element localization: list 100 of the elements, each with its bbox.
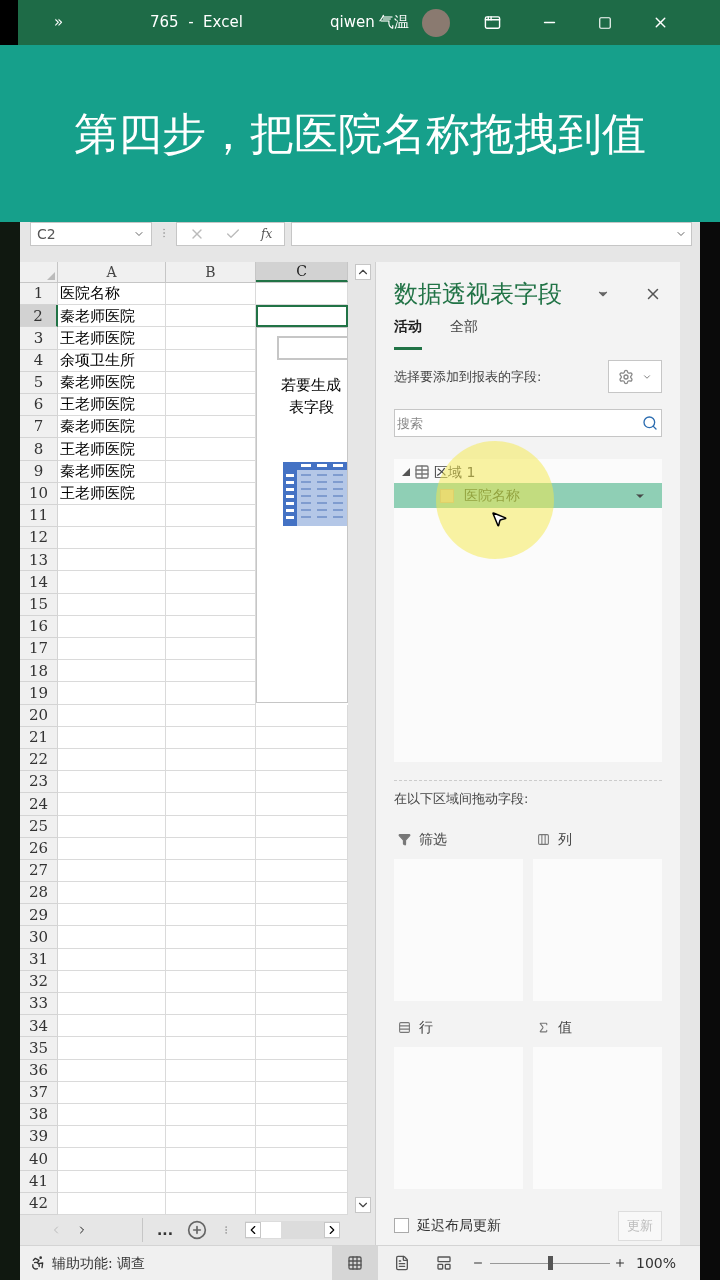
pane-tab[interactable]: 活动: [394, 316, 422, 350]
row-header[interactable]: 32: [20, 970, 58, 993]
table-cell[interactable]: [166, 1192, 256, 1215]
row-header[interactable]: 21: [20, 726, 58, 749]
row-header[interactable]: 31: [20, 948, 58, 971]
field-checkbox[interactable]: [440, 488, 454, 503]
row-header[interactable]: 4: [20, 349, 58, 372]
table-cell[interactable]: 医院名称: [58, 283, 166, 306]
page-break-icon[interactable]: [436, 1255, 452, 1271]
table-cell[interactable]: [58, 660, 166, 683]
table-cell[interactable]: [58, 527, 166, 550]
table-cell[interactable]: [166, 748, 256, 772]
row-header[interactable]: 42: [20, 1192, 58, 1215]
table-cell[interactable]: [166, 1148, 256, 1171]
zoom-level[interactable]: 100%: [636, 1252, 677, 1274]
row-header[interactable]: 33: [20, 993, 58, 1016]
table-cell[interactable]: [166, 704, 256, 727]
row-header[interactable]: 24: [20, 793, 58, 816]
horizontal-scrollbar[interactable]: [244, 1221, 340, 1239]
row-header[interactable]: 19: [20, 682, 58, 705]
table-cell[interactable]: [58, 815, 166, 838]
table-cell[interactable]: [58, 926, 166, 949]
table-cell[interactable]: 余项卫生所: [58, 349, 166, 372]
row-header[interactable]: 17: [20, 638, 58, 661]
table-cell[interactable]: 秦老师医院: [58, 305, 166, 328]
table-cell[interactable]: [166, 859, 256, 883]
row-header[interactable]: 6: [20, 393, 58, 417]
active-cell[interactable]: [256, 305, 348, 328]
table-cell[interactable]: [58, 1081, 166, 1104]
table-cell[interactable]: [166, 1037, 256, 1060]
ribbon-display-icon[interactable]: [484, 14, 501, 31]
table-cell[interactable]: 秦老师医院: [58, 371, 166, 394]
table-cell[interactable]: [166, 283, 256, 306]
row-header[interactable]: 35: [20, 1037, 58, 1060]
table-cell[interactable]: [166, 1126, 256, 1149]
table-cell[interactable]: [166, 993, 256, 1016]
table-cell[interactable]: [58, 993, 166, 1016]
table-cell[interactable]: [58, 682, 166, 705]
row-header[interactable]: 10: [20, 482, 58, 505]
table-cell[interactable]: [166, 1103, 256, 1127]
row-header[interactable]: 1: [20, 283, 58, 306]
scroll-left-icon[interactable]: [244, 1222, 261, 1238]
row-header[interactable]: 26: [20, 837, 58, 860]
normal-view-button[interactable]: [332, 1245, 378, 1280]
row-header[interactable]: 37: [20, 1081, 58, 1104]
row-header[interactable]: 22: [20, 748, 58, 772]
add-sheet-icon[interactable]: [186, 1220, 207, 1240]
table-cell[interactable]: [58, 1059, 166, 1082]
table-cell[interactable]: [166, 970, 256, 993]
defer-checkbox[interactable]: [394, 1218, 409, 1233]
table-cell[interactable]: [166, 726, 256, 749]
table-cell[interactable]: [166, 1015, 256, 1038]
table-cell[interactable]: 秦老师医院: [58, 460, 166, 483]
chevron-button[interactable]: »: [54, 11, 114, 34]
table-cell[interactable]: [166, 1081, 256, 1104]
scroll-right-icon[interactable]: [323, 1222, 340, 1238]
row-header[interactable]: 28: [20, 882, 58, 905]
table-cell[interactable]: [58, 638, 166, 661]
expand-toggle[interactable]: [402, 468, 410, 476]
row-header[interactable]: 25: [20, 815, 58, 838]
table-cell[interactable]: [58, 904, 166, 927]
table-cell[interactable]: [166, 948, 256, 971]
table-cell[interactable]: [58, 948, 166, 971]
row-header[interactable]: 36: [20, 1059, 58, 1082]
row-header[interactable]: 9: [20, 460, 58, 483]
table-cell[interactable]: [58, 593, 166, 616]
zoom-in-icon[interactable]: [614, 1257, 626, 1269]
row-header[interactable]: 7: [20, 416, 58, 439]
row-header[interactable]: 12: [20, 527, 58, 550]
row-header[interactable]: 8: [20, 438, 58, 461]
table-cell[interactable]: [166, 771, 256, 794]
column-header[interactable]: A: [58, 262, 166, 282]
settings-button[interactable]: [608, 360, 662, 393]
row-header[interactable]: 14: [20, 571, 58, 594]
table-cell[interactable]: [58, 1103, 166, 1127]
name-box[interactable]: C2: [30, 222, 152, 246]
row-header[interactable]: 29: [20, 904, 58, 927]
row-header[interactable]: 15: [20, 593, 58, 616]
table-cell[interactable]: [58, 793, 166, 816]
table-cell[interactable]: [58, 549, 166, 572]
row-header[interactable]: 13: [20, 549, 58, 572]
table-cell[interactable]: [58, 504, 166, 528]
row-header[interactable]: 5: [20, 371, 58, 394]
table-cell[interactable]: [58, 704, 166, 727]
table-cell[interactable]: [58, 615, 166, 638]
accessibility-icon[interactable]: [30, 1255, 46, 1271]
table-cell[interactable]: 王老师医院: [58, 438, 166, 461]
scroll-thumb[interactable]: [260, 1222, 281, 1238]
table-cell[interactable]: [166, 305, 256, 328]
column-header[interactable]: C: [256, 262, 348, 282]
table-cell[interactable]: [58, 1126, 166, 1149]
table-cell[interactable]: [166, 1059, 256, 1082]
table-cell[interactable]: [58, 571, 166, 594]
table-cell[interactable]: 王老师医院: [58, 327, 166, 350]
table-cell[interactable]: [166, 815, 256, 838]
table-cell[interactable]: [166, 793, 256, 816]
row-header[interactable]: 16: [20, 615, 58, 638]
table-cell[interactable]: [58, 726, 166, 749]
table-cell[interactable]: [58, 970, 166, 993]
table-cell[interactable]: [166, 882, 256, 905]
